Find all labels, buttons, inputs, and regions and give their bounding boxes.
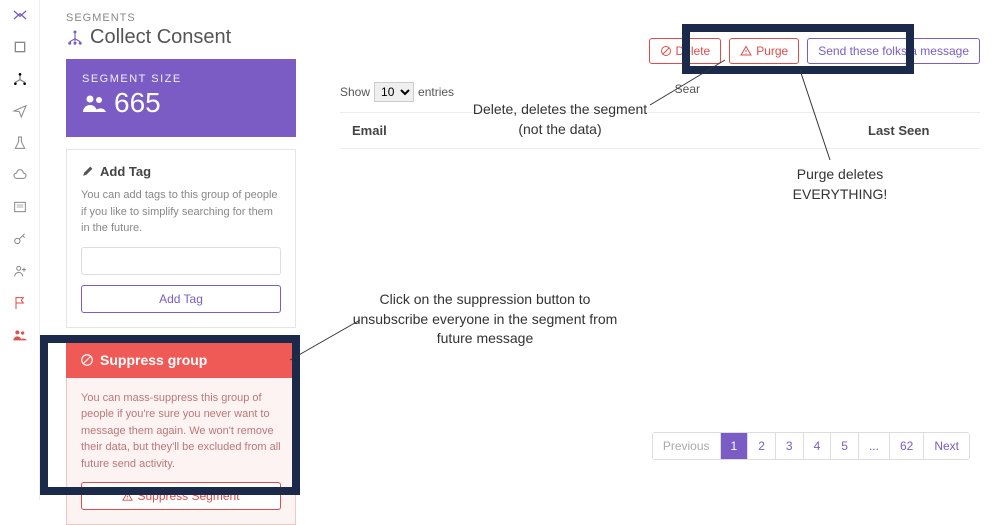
search-label: Sear [675, 82, 700, 96]
page-62[interactable]: 62 [890, 433, 924, 459]
delete-button[interactable]: Delete [649, 38, 722, 64]
add-tag-input[interactable] [81, 247, 281, 275]
segment-size-card: SEGMENT SIZE 665 [66, 59, 296, 137]
warning-icon [740, 45, 752, 57]
suppress-desc: You can mass-suppress this group of peop… [81, 390, 281, 473]
flask-icon[interactable] [11, 134, 29, 152]
suppress-title: Suppress group [100, 352, 207, 368]
cancel-icon [660, 45, 672, 57]
col-email[interactable]: Email [352, 123, 868, 138]
hierarchy-icon[interactable] [11, 70, 29, 88]
newspaper-icon[interactable] [11, 198, 29, 216]
nav-rail [0, 0, 40, 500]
send-message-button[interactable]: Send these folks a message [807, 38, 980, 64]
col-last-seen[interactable]: Last Seen [868, 123, 968, 138]
segment-size-label: SEGMENT SIZE [82, 73, 280, 85]
page-...[interactable]: ... [859, 433, 890, 459]
show-entries: Show 10 entries [340, 82, 980, 102]
people-icon [82, 91, 106, 115]
page-1[interactable]: 1 [721, 433, 749, 459]
add-tag-card: Add Tag You can add tags to this group o… [66, 149, 296, 328]
key-icon[interactable] [11, 230, 29, 248]
dashboard-icon[interactable] [11, 38, 29, 56]
logo-icon[interactable] [11, 6, 29, 24]
add-tag-desc: You can add tags to this group of people… [81, 187, 281, 237]
hierarchy-icon [66, 29, 84, 47]
page-2[interactable]: 2 [748, 433, 776, 459]
add-tag-button[interactable]: Add Tag [81, 285, 281, 313]
top-actions: Delete Purge Send these folks a message [649, 38, 980, 64]
person-add-icon[interactable] [11, 262, 29, 280]
people-icon[interactable] [11, 326, 29, 344]
suppress-segment-button[interactable]: Suppress Segment [81, 482, 281, 510]
entries-select[interactable]: 10 [374, 82, 414, 102]
pagination: Previous12345...62Next [652, 432, 970, 460]
flag-icon[interactable] [11, 294, 29, 312]
page-Next[interactable]: Next [924, 433, 969, 459]
page-Previous[interactable]: Previous [653, 433, 721, 459]
page-5[interactable]: 5 [831, 433, 859, 459]
breadcrumb: SEGMENTS [66, 12, 980, 24]
page-4[interactable]: 4 [804, 433, 832, 459]
table-header: Email Last Seen [340, 112, 980, 149]
pencil-icon [81, 165, 94, 178]
purge-button[interactable]: Purge [729, 38, 799, 64]
suppress-card: Suppress group You can mass-suppress thi… [66, 342, 296, 525]
cloud-icon[interactable] [11, 166, 29, 184]
segment-size-count: 665 [114, 87, 161, 119]
page-3[interactable]: 3 [776, 433, 804, 459]
cancel-icon [80, 353, 94, 367]
send-icon[interactable] [11, 102, 29, 120]
